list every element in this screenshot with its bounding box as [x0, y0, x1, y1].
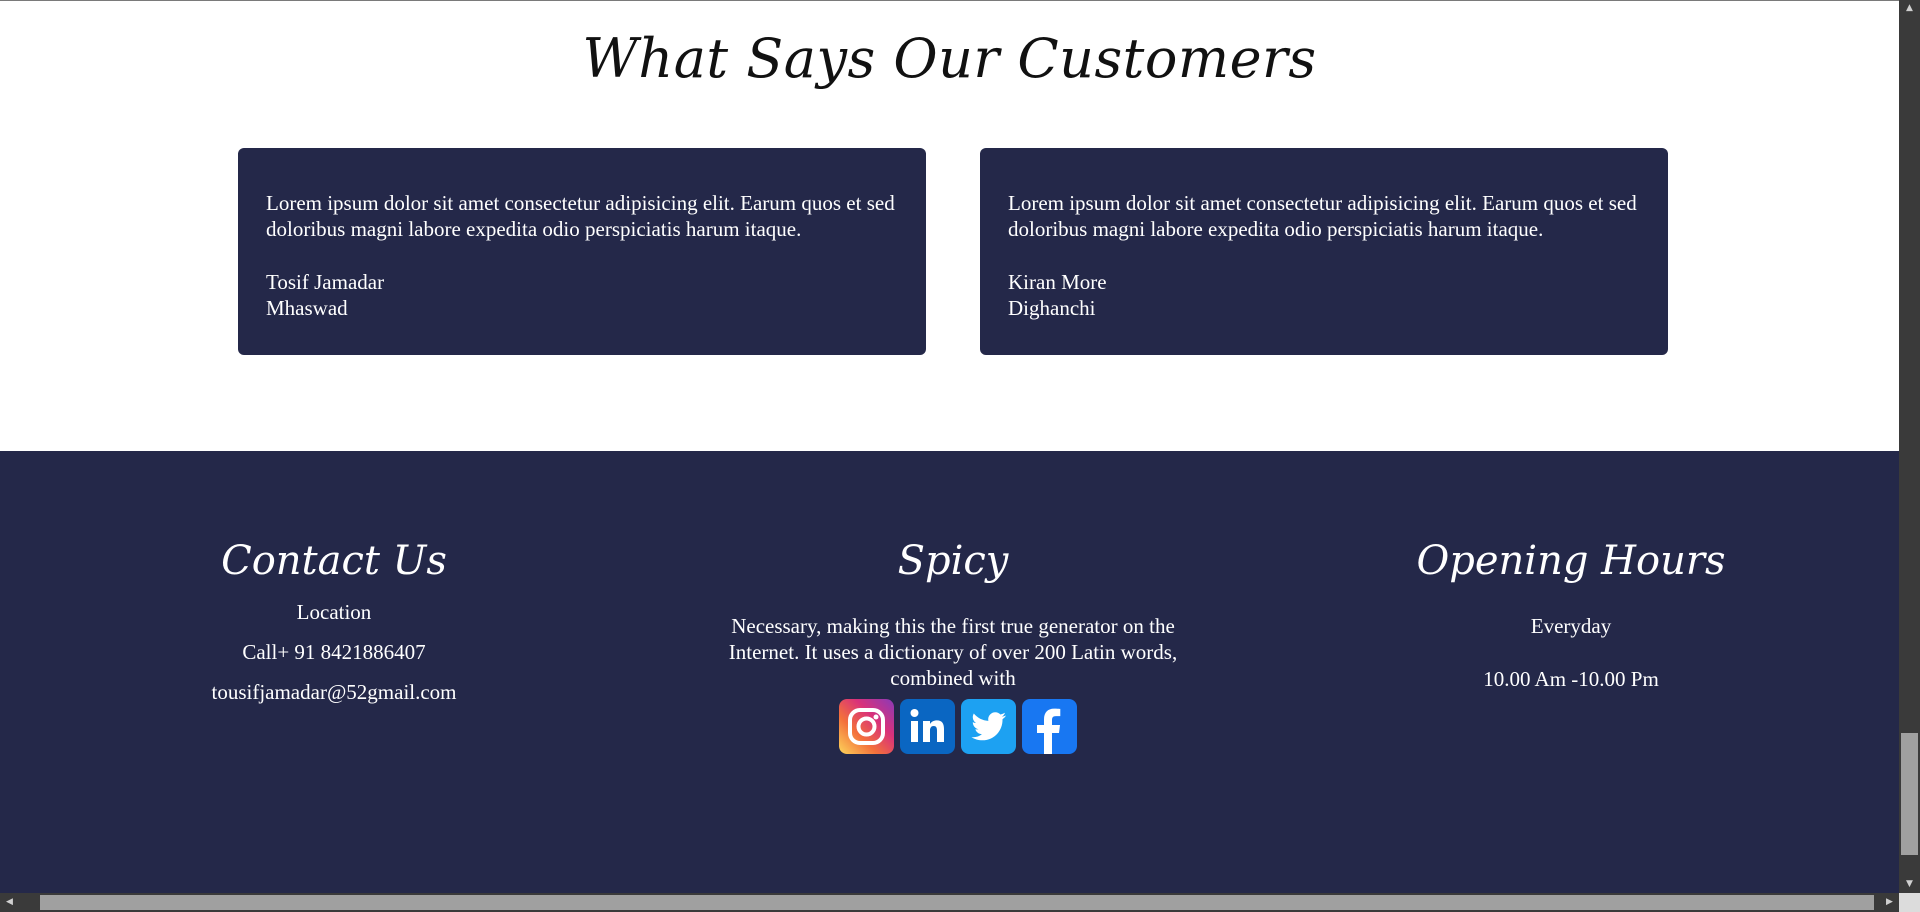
scrollbar-corner — [1899, 893, 1920, 912]
hours-heading: Opening Hours — [1416, 538, 1726, 584]
hours-day: Everyday — [1530, 614, 1612, 638]
contact-phone[interactable]: Call+ 91 8421886407 — [130, 639, 538, 665]
facebook-icon[interactable] — [1022, 699, 1077, 754]
review-card: Lorem ipsum dolor sit amet consectetur a… — [980, 148, 1668, 355]
reviewer-place: Mhaswad — [266, 296, 348, 320]
brand-description: Necessary, making this the first true ge… — [728, 614, 1178, 690]
page: What Says Our Customers Lorem ipsum dolo… — [0, 0, 1899, 893]
contact-location[interactable]: Location — [130, 599, 538, 625]
scroll-left-arrow-icon[interactable]: ◀ — [0, 893, 19, 912]
horizontal-scroll-thumb[interactable] — [40, 895, 1874, 910]
twitter-icon[interactable] — [961, 699, 1016, 754]
scroll-right-arrow-icon[interactable]: ▶ — [1880, 893, 1899, 912]
footer-hours-column: Opening Hours Everyday 10.00 Am -10.00 P… — [1366, 533, 1776, 692]
scroll-up-arrow-icon[interactable]: ▲ — [1899, 0, 1920, 17]
horizontal-scrollbar[interactable]: ◀ ▶ — [0, 893, 1899, 912]
vertical-scroll-thumb[interactable] — [1901, 733, 1918, 855]
linkedin-icon[interactable] — [900, 699, 955, 754]
testimonials-title: What Says Our Customers — [582, 27, 1317, 90]
footer-contact-column: Contact Us Location Call+ 91 8421886407 … — [130, 533, 538, 705]
hours-time: 10.00 Am -10.00 Pm — [1483, 667, 1659, 691]
vertical-scrollbar[interactable]: ▲ ▼ — [1899, 0, 1920, 893]
contact-heading: Contact Us — [221, 538, 447, 584]
reviewer-name: Tosif Jamadar — [266, 270, 385, 294]
review-card: Lorem ipsum dolor sit amet consectetur a… — [238, 148, 926, 355]
social-links — [702, 699, 1204, 754]
footer-brand-column: Spicy Necessary, making this the first t… — [702, 533, 1204, 754]
footer: Contact Us Location Call+ 91 8421886407 … — [0, 451, 1899, 893]
review-text: Lorem ipsum dolor sit amet consectetur a… — [266, 191, 895, 241]
reviewer-name: Kiran More — [1008, 270, 1107, 294]
top-edge-divider — [0, 0, 1899, 1]
contact-email[interactable]: tousifjamadar@52gmail.com — [130, 679, 538, 705]
instagram-icon[interactable] — [839, 699, 894, 754]
brand-heading: Spicy — [897, 538, 1009, 584]
reviewer-place: Dighanchi — [1008, 296, 1096, 320]
scroll-down-arrow-icon[interactable]: ▼ — [1899, 876, 1920, 893]
review-text: Lorem ipsum dolor sit amet consectetur a… — [1008, 191, 1637, 241]
